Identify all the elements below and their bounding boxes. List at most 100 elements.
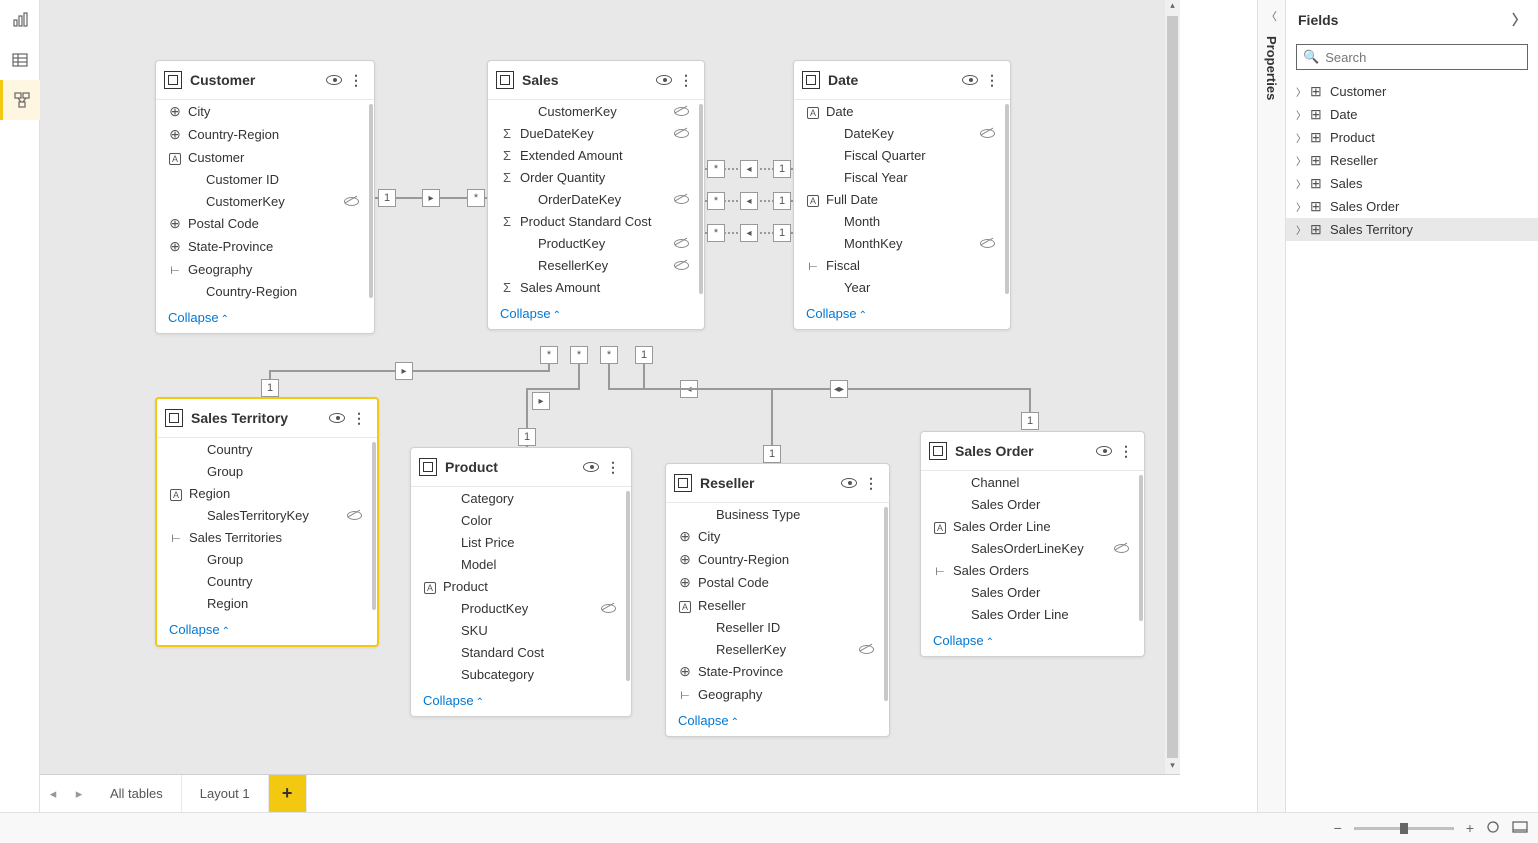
relationship-line[interactable]	[643, 364, 645, 388]
more-options-button[interactable]	[603, 459, 623, 476]
collapse-link[interactable]: Collapse⌃	[488, 298, 704, 329]
field-row[interactable]: Group	[157, 460, 377, 482]
field-row[interactable]: Channel	[921, 471, 1144, 493]
collapse-link[interactable]: Collapse⌃	[921, 625, 1144, 656]
table-header[interactable]: Sales Territory	[157, 399, 377, 438]
collapse-link[interactable]: Collapse⌃	[411, 685, 631, 716]
field-row[interactable]: ProductKey	[488, 232, 704, 254]
zoom-slider-thumb[interactable]	[1400, 823, 1408, 834]
model-view-button[interactable]	[0, 80, 40, 120]
field-row[interactable]: Country-Region	[666, 548, 889, 571]
field-row[interactable]: Sales Order Line	[921, 603, 1144, 625]
field-scrollbar[interactable]	[884, 507, 888, 701]
model-canvas[interactable]: 1 ▸ * * ◂ 1 * ◂ 1 * ◂ 1 * * * 1 ▸ 1 ▸ 1	[40, 0, 1180, 774]
field-row[interactable]: Region	[157, 592, 377, 614]
scroll-down-icon[interactable]: ▾	[1165, 760, 1180, 774]
field-row[interactable]: Sales Order	[921, 581, 1144, 603]
field-row[interactable]: DueDateKey	[488, 122, 704, 144]
visibility-icon[interactable]	[329, 411, 349, 426]
canvas-vertical-scrollbar[interactable]: ▴ ▾	[1165, 0, 1180, 774]
more-options-button[interactable]	[861, 475, 881, 492]
visibility-icon[interactable]	[326, 73, 346, 88]
collapse-link[interactable]: Collapse⌃	[794, 298, 1010, 329]
field-row[interactable]: MonthKey	[794, 232, 1010, 254]
tab-add-button[interactable]: +	[269, 775, 307, 813]
field-row[interactable]: State-Province	[156, 235, 374, 258]
fields-tree-item[interactable]: 〉Sales Territory	[1286, 218, 1538, 241]
visibility-icon[interactable]	[841, 476, 861, 491]
field-row[interactable]: Fiscal Quarter	[794, 144, 1010, 166]
expand-properties-button[interactable]: 〈	[1266, 8, 1277, 24]
scroll-up-icon[interactable]: ▴	[1165, 0, 1180, 14]
field-row[interactable]: Geography	[666, 683, 889, 705]
field-scrollbar[interactable]	[626, 491, 630, 681]
collapse-fields-button[interactable]: 〉	[1512, 10, 1526, 30]
field-row[interactable]: Product Standard Cost	[488, 210, 704, 232]
fields-tree-item[interactable]: 〉Date	[1286, 103, 1538, 126]
collapse-link[interactable]: Collapse⌃	[157, 614, 377, 645]
field-row[interactable]: Business Type	[666, 503, 889, 525]
relationship-line[interactable]	[578, 364, 580, 388]
table-date[interactable]: DateDateDateKeyFiscal QuarterFiscal Year…	[793, 60, 1011, 330]
field-row[interactable]: ProductKey	[411, 597, 631, 619]
fields-tree-item[interactable]: 〉Sales	[1286, 172, 1538, 195]
field-row[interactable]: Sales Orders	[921, 559, 1144, 581]
zoom-in-button[interactable]: +	[1466, 820, 1474, 836]
field-row[interactable]: Geography	[156, 258, 374, 280]
table-header[interactable]: Date	[794, 61, 1010, 100]
field-row[interactable]: Fiscal Year	[794, 166, 1010, 188]
field-row[interactable]: Date	[794, 100, 1010, 122]
table-sales-order[interactable]: Sales OrderChannelSales OrderSales Order…	[920, 431, 1145, 657]
field-row[interactable]: Country-Region	[156, 280, 374, 302]
table-sales-territory[interactable]: Sales TerritoryCountryGroupRegionSalesTe…	[155, 397, 379, 647]
more-options-button[interactable]	[982, 72, 1002, 89]
fields-tree-item[interactable]: 〉Sales Order	[1286, 195, 1538, 218]
field-row[interactable]: Postal Code	[666, 571, 889, 594]
field-row[interactable]: CustomerKey	[156, 190, 374, 212]
collapse-link[interactable]: Collapse⌃	[156, 302, 374, 333]
visibility-icon[interactable]	[656, 73, 676, 88]
field-row[interactable]: Standard Cost	[411, 641, 631, 663]
field-row[interactable]: Extended Amount	[488, 144, 704, 166]
collapse-link[interactable]: Collapse⌃	[666, 705, 889, 736]
table-header[interactable]: Sales	[488, 61, 704, 100]
field-row[interactable]: City	[156, 100, 374, 123]
field-row[interactable]: Sales Territories	[157, 526, 377, 548]
field-row[interactable]: Country-Region	[156, 123, 374, 146]
field-row[interactable]: Customer ID	[156, 168, 374, 190]
field-row[interactable]: Full Date	[794, 188, 1010, 210]
field-scrollbar[interactable]	[372, 442, 376, 610]
field-row[interactable]: Postal Code	[156, 212, 374, 235]
field-scrollbar[interactable]	[1139, 475, 1143, 621]
field-row[interactable]: Year	[794, 276, 1010, 298]
field-row[interactable]: Country	[157, 438, 377, 460]
report-view-button[interactable]	[0, 0, 40, 40]
table-sales[interactable]: SalesCustomerKeyDueDateKeyExtended Amoun…	[487, 60, 705, 330]
visibility-icon[interactable]	[583, 460, 603, 475]
table-header[interactable]: Sales Order	[921, 432, 1144, 471]
fields-search-box[interactable]: 🔍	[1296, 44, 1528, 70]
relationship-line[interactable]	[608, 364, 610, 388]
relationship-line[interactable]	[526, 388, 580, 390]
fit-to-page-button[interactable]	[1486, 820, 1500, 837]
field-row[interactable]: Category	[411, 487, 631, 509]
field-row[interactable]: SalesOrderLineKey	[921, 537, 1144, 559]
field-row[interactable]: Color	[411, 509, 631, 531]
field-row[interactable]: SKU	[411, 619, 631, 641]
field-row[interactable]: City	[666, 525, 889, 548]
field-row[interactable]: Reseller ID	[666, 616, 889, 638]
fields-search-input[interactable]	[1325, 50, 1521, 65]
visibility-icon[interactable]	[1096, 444, 1116, 459]
tab-all-tables[interactable]: All tables	[92, 775, 182, 813]
field-row[interactable]: ResellerKey	[488, 254, 704, 276]
more-options-button[interactable]	[349, 410, 369, 427]
table-header[interactable]: Customer	[156, 61, 374, 100]
field-row[interactable]: DateKey	[794, 122, 1010, 144]
more-options-button[interactable]	[676, 72, 696, 89]
field-row[interactable]: ResellerKey	[666, 638, 889, 660]
field-row[interactable]: Region	[157, 482, 377, 504]
field-row[interactable]: Fiscal	[794, 254, 1010, 276]
field-row[interactable]: SalesTerritoryKey	[157, 504, 377, 526]
field-row[interactable]: Product	[411, 575, 631, 597]
field-row[interactable]: Group	[157, 548, 377, 570]
